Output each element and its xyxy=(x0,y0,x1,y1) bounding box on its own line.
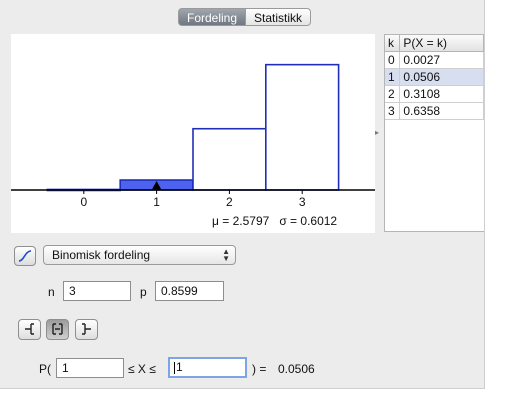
param-n-input[interactable]: 3 xyxy=(63,281,131,301)
table-row[interactable]: 2 0.3108 xyxy=(385,85,484,103)
interval-icon xyxy=(52,323,63,335)
x-tick-label: 3 xyxy=(299,195,306,209)
probability-calculator-panel: Fordeling Statistikk 0123 μ = 2.5797 σ =… xyxy=(0,0,485,389)
left-sided-interval-icon xyxy=(25,323,34,335)
curve-icon xyxy=(18,250,32,262)
left-sided-button[interactable] xyxy=(18,319,41,340)
table-cell-probability: 0.0506 xyxy=(399,68,484,86)
chart-bar xyxy=(192,127,267,191)
column-header-k: k xyxy=(385,35,401,52)
probability-suffix: ) = xyxy=(252,362,267,376)
text-caret xyxy=(174,361,175,374)
upper-bound-value: 1 xyxy=(176,360,183,374)
table-cell-probability: 0.0027 xyxy=(399,51,484,69)
inequality-label: ≤ X ≤ xyxy=(128,362,156,376)
mean-value: μ = 2.5797 xyxy=(212,214,270,228)
distribution-chart-svg: 0 1 2 3 xyxy=(11,63,375,209)
x-tick-label: 1 xyxy=(153,195,160,209)
table-cell-probability: 0.6358 xyxy=(399,102,484,120)
cumulative-toggle-button[interactable] xyxy=(14,246,36,266)
select-arrows-icon: ▲ ▼ xyxy=(222,247,230,263)
x-tick-label: 2 xyxy=(226,195,233,209)
probability-prefix: P( xyxy=(39,362,51,376)
tab-distribution[interactable]: Fordeling xyxy=(178,8,247,26)
param-p-label: p xyxy=(140,285,147,299)
view-tabs: Fordeling Statistikk xyxy=(178,8,312,26)
right-sided-interval-icon xyxy=(82,323,91,335)
table-row[interactable]: 1 0.0506 xyxy=(385,68,484,86)
column-header-probability: P(X = k) xyxy=(399,35,484,52)
right-sided-button[interactable] xyxy=(75,319,98,340)
interval-button[interactable] xyxy=(46,319,69,340)
table-cell-probability: 0.3108 xyxy=(399,85,484,103)
distribution-stats: μ = 2.5797 σ = 0.6012 xyxy=(212,214,337,228)
table-cell-k: 3 xyxy=(385,102,401,120)
param-p-input[interactable]: 0.8599 xyxy=(155,281,224,301)
probability-result: 0.0506 xyxy=(278,362,315,376)
chart-bar xyxy=(265,63,340,191)
upper-bound-input[interactable]: 1 xyxy=(168,357,247,378)
probability-table: k P(X = k) 0 0.0027 1 0.0506 2 0.3108 3 … xyxy=(384,34,484,232)
x-tick-label: 0 xyxy=(80,195,87,209)
lower-bound-input[interactable]: 1 xyxy=(56,358,124,378)
table-cell-k: 0 xyxy=(385,51,401,69)
sd-value: σ = 0.6012 xyxy=(279,214,338,228)
table-row[interactable]: 0 0.0027 xyxy=(385,51,484,69)
distribution-chart[interactable]: 0 1 2 3 xyxy=(11,34,375,233)
distribution-select-value: Binomisk fordeling xyxy=(52,248,151,262)
table-cell-k: 1 xyxy=(385,68,401,86)
distribution-select[interactable]: Binomisk fordeling ▲ ▼ xyxy=(43,245,236,265)
table-cell-k: 2 xyxy=(385,85,401,103)
splitter-handle-icon[interactable]: ▸ xyxy=(375,128,381,137)
tab-statistics[interactable]: Statistikk xyxy=(246,8,312,26)
table-row[interactable]: 3 0.6358 xyxy=(385,102,484,120)
param-n-label: n xyxy=(48,285,55,299)
